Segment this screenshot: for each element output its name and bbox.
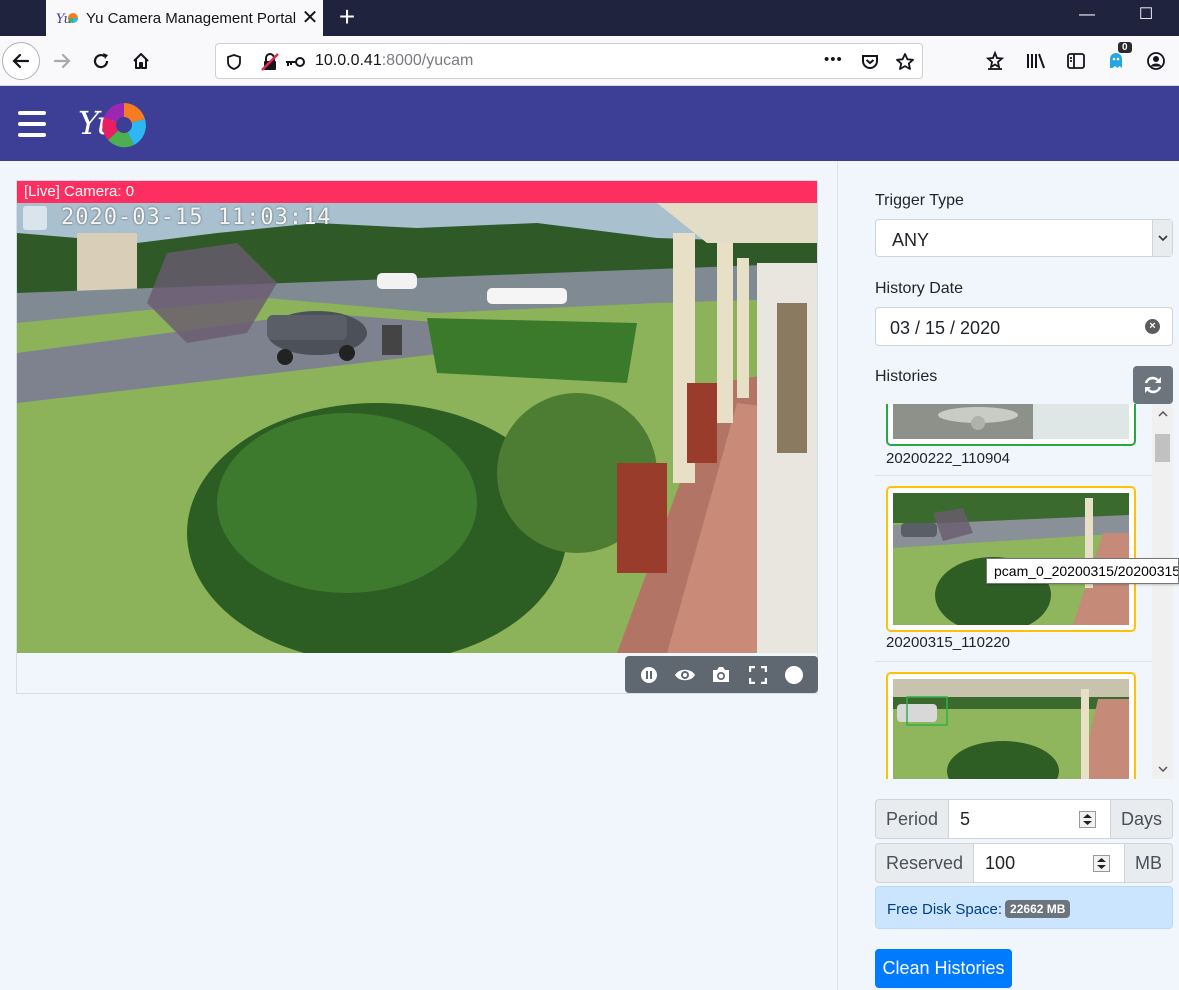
- pocket-icon[interactable]: [860, 52, 880, 72]
- camera-live-label: [Live] Camera: 0: [17, 181, 817, 203]
- history-date-input[interactable]: 03 / 15 / 2020 ×: [875, 307, 1173, 346]
- period-label: Period: [875, 799, 950, 839]
- sidebar-icon: [1067, 53, 1085, 69]
- star-list-icon: [985, 51, 1005, 70]
- page-actions-button[interactable]: •••: [824, 51, 843, 68]
- pause-icon[interactable]: [638, 664, 660, 686]
- insecure-lock-icon[interactable]: [260, 52, 280, 72]
- history-item[interactable]: [875, 662, 1152, 779]
- shield-icon[interactable]: [225, 53, 243, 71]
- maximize-window-button[interactable]: ☐: [1123, 0, 1169, 30]
- reserved-label: Reserved: [875, 843, 975, 883]
- yu-favicon-icon: Yu: [56, 9, 78, 27]
- app-header: Yu: [0, 86, 1179, 161]
- tab-title: Yu Camera Management Portal: [86, 9, 297, 27]
- reload-icon: [93, 53, 109, 69]
- arrow-right-icon: [53, 53, 71, 69]
- history-name: 20200222_110904: [886, 450, 1011, 467]
- chevron-down-icon[interactable]: [1152, 220, 1172, 256]
- fullscreen-icon[interactable]: [747, 664, 769, 686]
- trigger-type-select[interactable]: ANY: [875, 219, 1173, 257]
- extension-badge: 0: [1118, 42, 1132, 53]
- history-date-value[interactable]: 03 / 15 / 2020: [890, 318, 1000, 339]
- home-icon: [133, 53, 149, 69]
- key-icon[interactable]: [284, 54, 306, 70]
- reserved-value: 100: [985, 853, 1016, 873]
- bookmark-star-icon[interactable]: [895, 52, 915, 72]
- history-thumbnail[interactable]: [886, 672, 1136, 779]
- clean-histories-button[interactable]: Clean Histories: [875, 949, 1012, 988]
- trigger-type-label: Trigger Type: [875, 192, 964, 209]
- period-stepper[interactable]: [1078, 811, 1096, 828]
- history-name: 20200315_110220: [886, 634, 1011, 651]
- refresh-icon: [1144, 376, 1162, 394]
- free-disk-badge: 22662 MB: [1005, 900, 1071, 918]
- camera-live-feed[interactable]: 2020-03-15 11:03:14: [17, 203, 817, 653]
- history-date-label: History Date: [875, 280, 964, 297]
- reading-list-button[interactable]: [980, 42, 1010, 80]
- free-disk-text: Free Disk Space: 22662 MB: [887, 900, 1071, 918]
- period-value: 5: [960, 809, 971, 829]
- reserved-unit: MB: [1124, 843, 1173, 883]
- browser-navbar: 10.0.0.41:8000/yucam ••• 0: [0, 36, 1179, 86]
- home-button[interactable]: [122, 42, 160, 80]
- clear-date-icon[interactable]: ×: [1145, 319, 1160, 334]
- yu-logo: Yu: [78, 103, 146, 148]
- scroll-down-icon[interactable]: [1152, 759, 1173, 779]
- reserved-stepper[interactable]: [1093, 855, 1110, 872]
- refresh-histories-button[interactable]: [1133, 366, 1173, 404]
- forward-button[interactable]: [43, 42, 81, 80]
- camera-panel: [Live] Camera: 0 2020-03-15 11:03:14: [16, 180, 818, 694]
- reload-button[interactable]: [82, 42, 120, 80]
- browser-tab[interactable]: Yu Yu Camera Management Portal ✕: [46, 0, 323, 36]
- reserved-input-group: Reserved 100 MB: [875, 843, 1173, 883]
- histories-scrollbar[interactable]: [1152, 404, 1173, 779]
- camera-watermark-icon: [23, 206, 47, 230]
- trigger-type-value: ANY: [892, 230, 930, 250]
- histories-list[interactable]: 20200222_110904 20200315_110220: [875, 404, 1152, 779]
- ghost-extension-icon: [1110, 53, 1122, 68]
- camera-icon[interactable]: [710, 664, 732, 686]
- history-item[interactable]: 20200222_110904: [875, 404, 1152, 476]
- address-bar[interactable]: 10.0.0.41:8000/yucam •••: [215, 43, 923, 79]
- arrow-left-icon: [12, 53, 30, 69]
- scroll-up-icon[interactable]: [1152, 404, 1173, 424]
- library-icon: [1027, 53, 1045, 69]
- eye-icon[interactable]: [674, 664, 696, 686]
- minimize-window-button[interactable]: —: [1064, 0, 1110, 30]
- period-unit: Days: [1109, 799, 1173, 839]
- reserved-input[interactable]: 100: [974, 843, 1124, 883]
- back-button[interactable]: [2, 42, 40, 80]
- library-button[interactable]: [1021, 42, 1051, 80]
- sidebar-toggle-button[interactable]: [1061, 42, 1091, 80]
- free-disk-alert: Free Disk Space: 22662 MB: [875, 886, 1173, 929]
- extension-button[interactable]: 0: [1101, 42, 1132, 80]
- browser-tab-strip: Yu Yu Camera Management Portal ✕ + — ☐: [0, 0, 1179, 36]
- histories-label: Histories: [875, 368, 938, 385]
- camera-timestamp: 2020-03-15 11:03:14: [61, 205, 332, 230]
- history-thumbnail[interactable]: [886, 404, 1136, 446]
- camera-controls: [625, 656, 818, 693]
- account-button[interactable]: [1141, 42, 1171, 80]
- camera-scene-image: [17, 203, 817, 653]
- period-input[interactable]: 5: [949, 799, 1110, 839]
- close-tab-icon[interactable]: ✕: [297, 0, 323, 36]
- new-tab-button[interactable]: +: [334, 0, 360, 36]
- menu-icon[interactable]: [18, 111, 46, 137]
- history-tooltip: pcam_0_20200315/20200315: [986, 558, 1179, 584]
- account-icon: [1147, 52, 1165, 70]
- period-input-group: Period 5 Days: [875, 799, 1173, 839]
- panel-divider: [837, 161, 838, 990]
- scrollbar-thumb[interactable]: [1155, 434, 1170, 462]
- free-disk-label: Free Disk Space:: [887, 901, 1003, 918]
- record-icon[interactable]: [783, 664, 805, 686]
- url-text[interactable]: 10.0.0.41:8000/yucam: [315, 52, 473, 70]
